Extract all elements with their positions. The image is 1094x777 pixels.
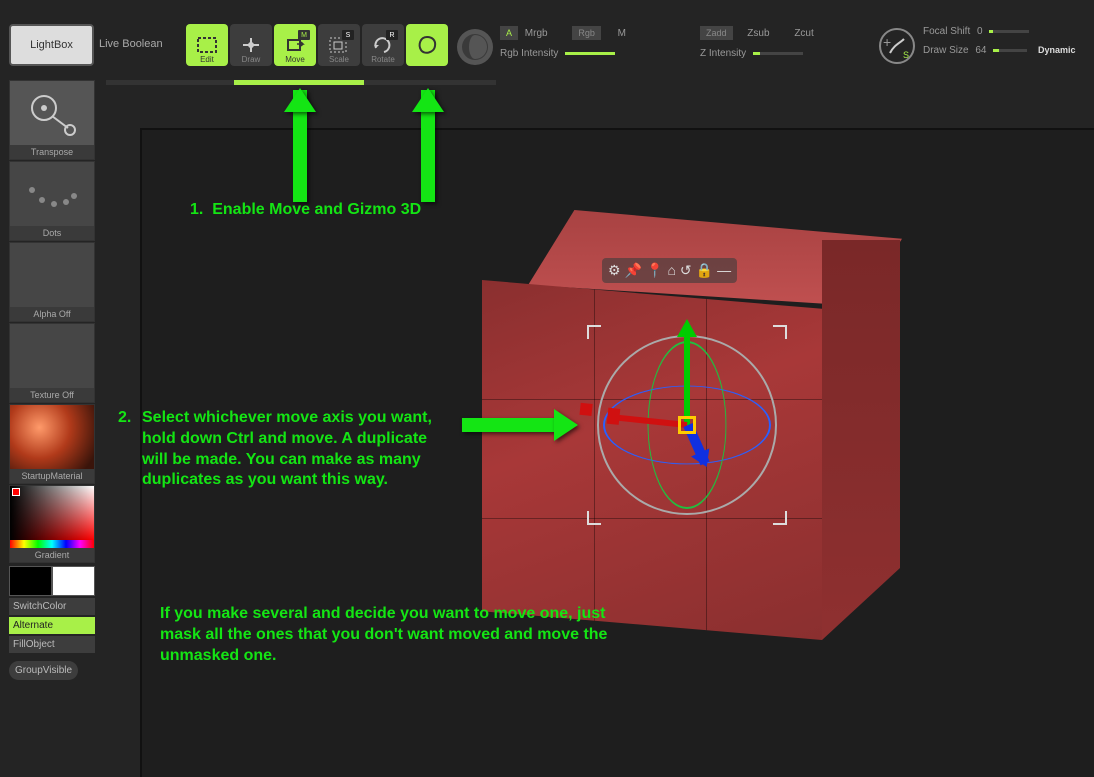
gizmo-toolbar: ⚙ 📌 📍 ⌂ ↺ 🔒 — (602, 258, 737, 283)
alternate-button[interactable]: Alternate (9, 617, 95, 634)
z-intensity-label: Z Intensity (700, 48, 746, 59)
draw-size-slider[interactable] (993, 49, 1027, 52)
annotation-arrow-3 (462, 418, 558, 432)
gizmo3d-button[interactable] (406, 24, 448, 66)
m-label[interactable]: M (618, 28, 626, 39)
texture-thumb[interactable]: Texture Off (9, 323, 95, 403)
move-button[interactable]: M Move (274, 24, 316, 66)
material-thumb[interactable]: StartupMaterial (9, 404, 95, 484)
swatch-row (9, 566, 95, 596)
brush-icon[interactable]: S (879, 28, 915, 64)
zsub-label[interactable]: Zsub (747, 28, 769, 39)
gizmo-3d[interactable] (597, 335, 777, 515)
home-icon[interactable]: ⌂ (667, 262, 675, 279)
left-panel: Transpose Dots Alpha Off Texture Off Sta… (9, 80, 95, 680)
minus-icon[interactable]: — (717, 262, 731, 279)
fillobject-button[interactable]: FillObject (9, 636, 95, 653)
annotation-step1: 1. Enable Move and Gizmo 3D (190, 200, 421, 221)
mrgb-label[interactable]: Mrgb (525, 28, 548, 39)
lock-icon[interactable]: 🔒 (696, 262, 713, 279)
alpha-thumb[interactable]: Alpha Off (9, 242, 95, 322)
texture-label: Texture Off (10, 388, 94, 402)
draw-button[interactable]: Draw (230, 24, 272, 66)
gizmo-center[interactable] (678, 416, 696, 434)
brush-s-badge: S (903, 50, 909, 60)
draw-size-value: 64 (975, 45, 986, 56)
rgb-intensity-slider[interactable] (565, 52, 615, 55)
draw-label: Draw (242, 55, 261, 64)
sculptris-toggle[interactable] (454, 26, 496, 68)
gear-icon[interactable]: ⚙ (608, 262, 621, 279)
live-boolean-toggle[interactable]: Live Boolean (99, 38, 163, 50)
swatch-white[interactable] (52, 566, 95, 596)
rgb-intensity-label: Rgb Intensity (500, 48, 558, 59)
color-picker[interactable]: Gradient (9, 485, 95, 563)
lightbox-button[interactable]: LightBox (9, 24, 94, 66)
annotation-note: If you make several and decide you want … (160, 604, 650, 666)
annotation-step2: 2.Select whichever move axis you want, h… (118, 408, 448, 491)
gradient-label: Gradient (10, 548, 94, 562)
alpha-label: Alpha Off (10, 307, 94, 321)
annotation-arrowhead-1 (284, 72, 316, 112)
scale-label: Scale (329, 55, 349, 64)
move-label: Move (285, 55, 305, 64)
scale-button[interactable]: S Scale (318, 24, 360, 66)
undo-icon[interactable]: ↺ (680, 262, 692, 279)
material-label: StartupMaterial (10, 469, 94, 483)
edit-button[interactable]: Edit (186, 24, 228, 66)
marker-icon[interactable]: 📍 (646, 262, 663, 279)
groupvisible-button[interactable]: GroupVisible (9, 661, 78, 680)
gizmo-y-axis[interactable] (684, 325, 690, 425)
z-intensity-slider[interactable] (753, 52, 803, 55)
swatch-black[interactable] (9, 566, 52, 596)
zcut-label[interactable]: Zcut (794, 28, 813, 39)
transpose-label: Transpose (10, 145, 94, 159)
rotate-label: Rotate (371, 55, 395, 64)
annotation-arrowhead-3 (554, 409, 594, 441)
pin-icon[interactable]: 📌 (625, 262, 642, 279)
rgb-chip[interactable]: Rgb (572, 26, 601, 40)
focal-shift-value: 0 (977, 26, 983, 37)
annotation-arrowhead-2 (412, 72, 444, 112)
a-chip[interactable]: A (500, 26, 518, 40)
viewport[interactable]: ⚙ 📌 📍 ⌂ ↺ 🔒 — 1. Enable Move and Gizmo 3… (140, 128, 1094, 777)
current-color-swatch (12, 488, 20, 496)
stroke-thumb-dots[interactable]: Dots (9, 161, 95, 241)
move-badge: M (298, 30, 310, 40)
brush-thumb-transpose[interactable]: Transpose (9, 80, 95, 160)
dynamic-label[interactable]: Dynamic (1038, 45, 1076, 55)
top-toolbar: LightBox Live Boolean Edit Draw M Move S… (0, 0, 1094, 76)
rotate-badge: R (386, 30, 398, 40)
focal-shift-label: Focal Shift (923, 26, 970, 37)
zadd-chip[interactable]: Zadd (700, 26, 733, 40)
edit-label: Edit (200, 55, 214, 64)
rotate-button[interactable]: R Rotate (362, 24, 404, 66)
dots-label: Dots (10, 226, 94, 240)
draw-size-label: Draw Size (923, 45, 969, 56)
focal-shift-slider[interactable] (989, 30, 1029, 33)
switchcolor-button[interactable]: SwitchColor (9, 598, 95, 615)
scale-badge: S (342, 30, 354, 40)
